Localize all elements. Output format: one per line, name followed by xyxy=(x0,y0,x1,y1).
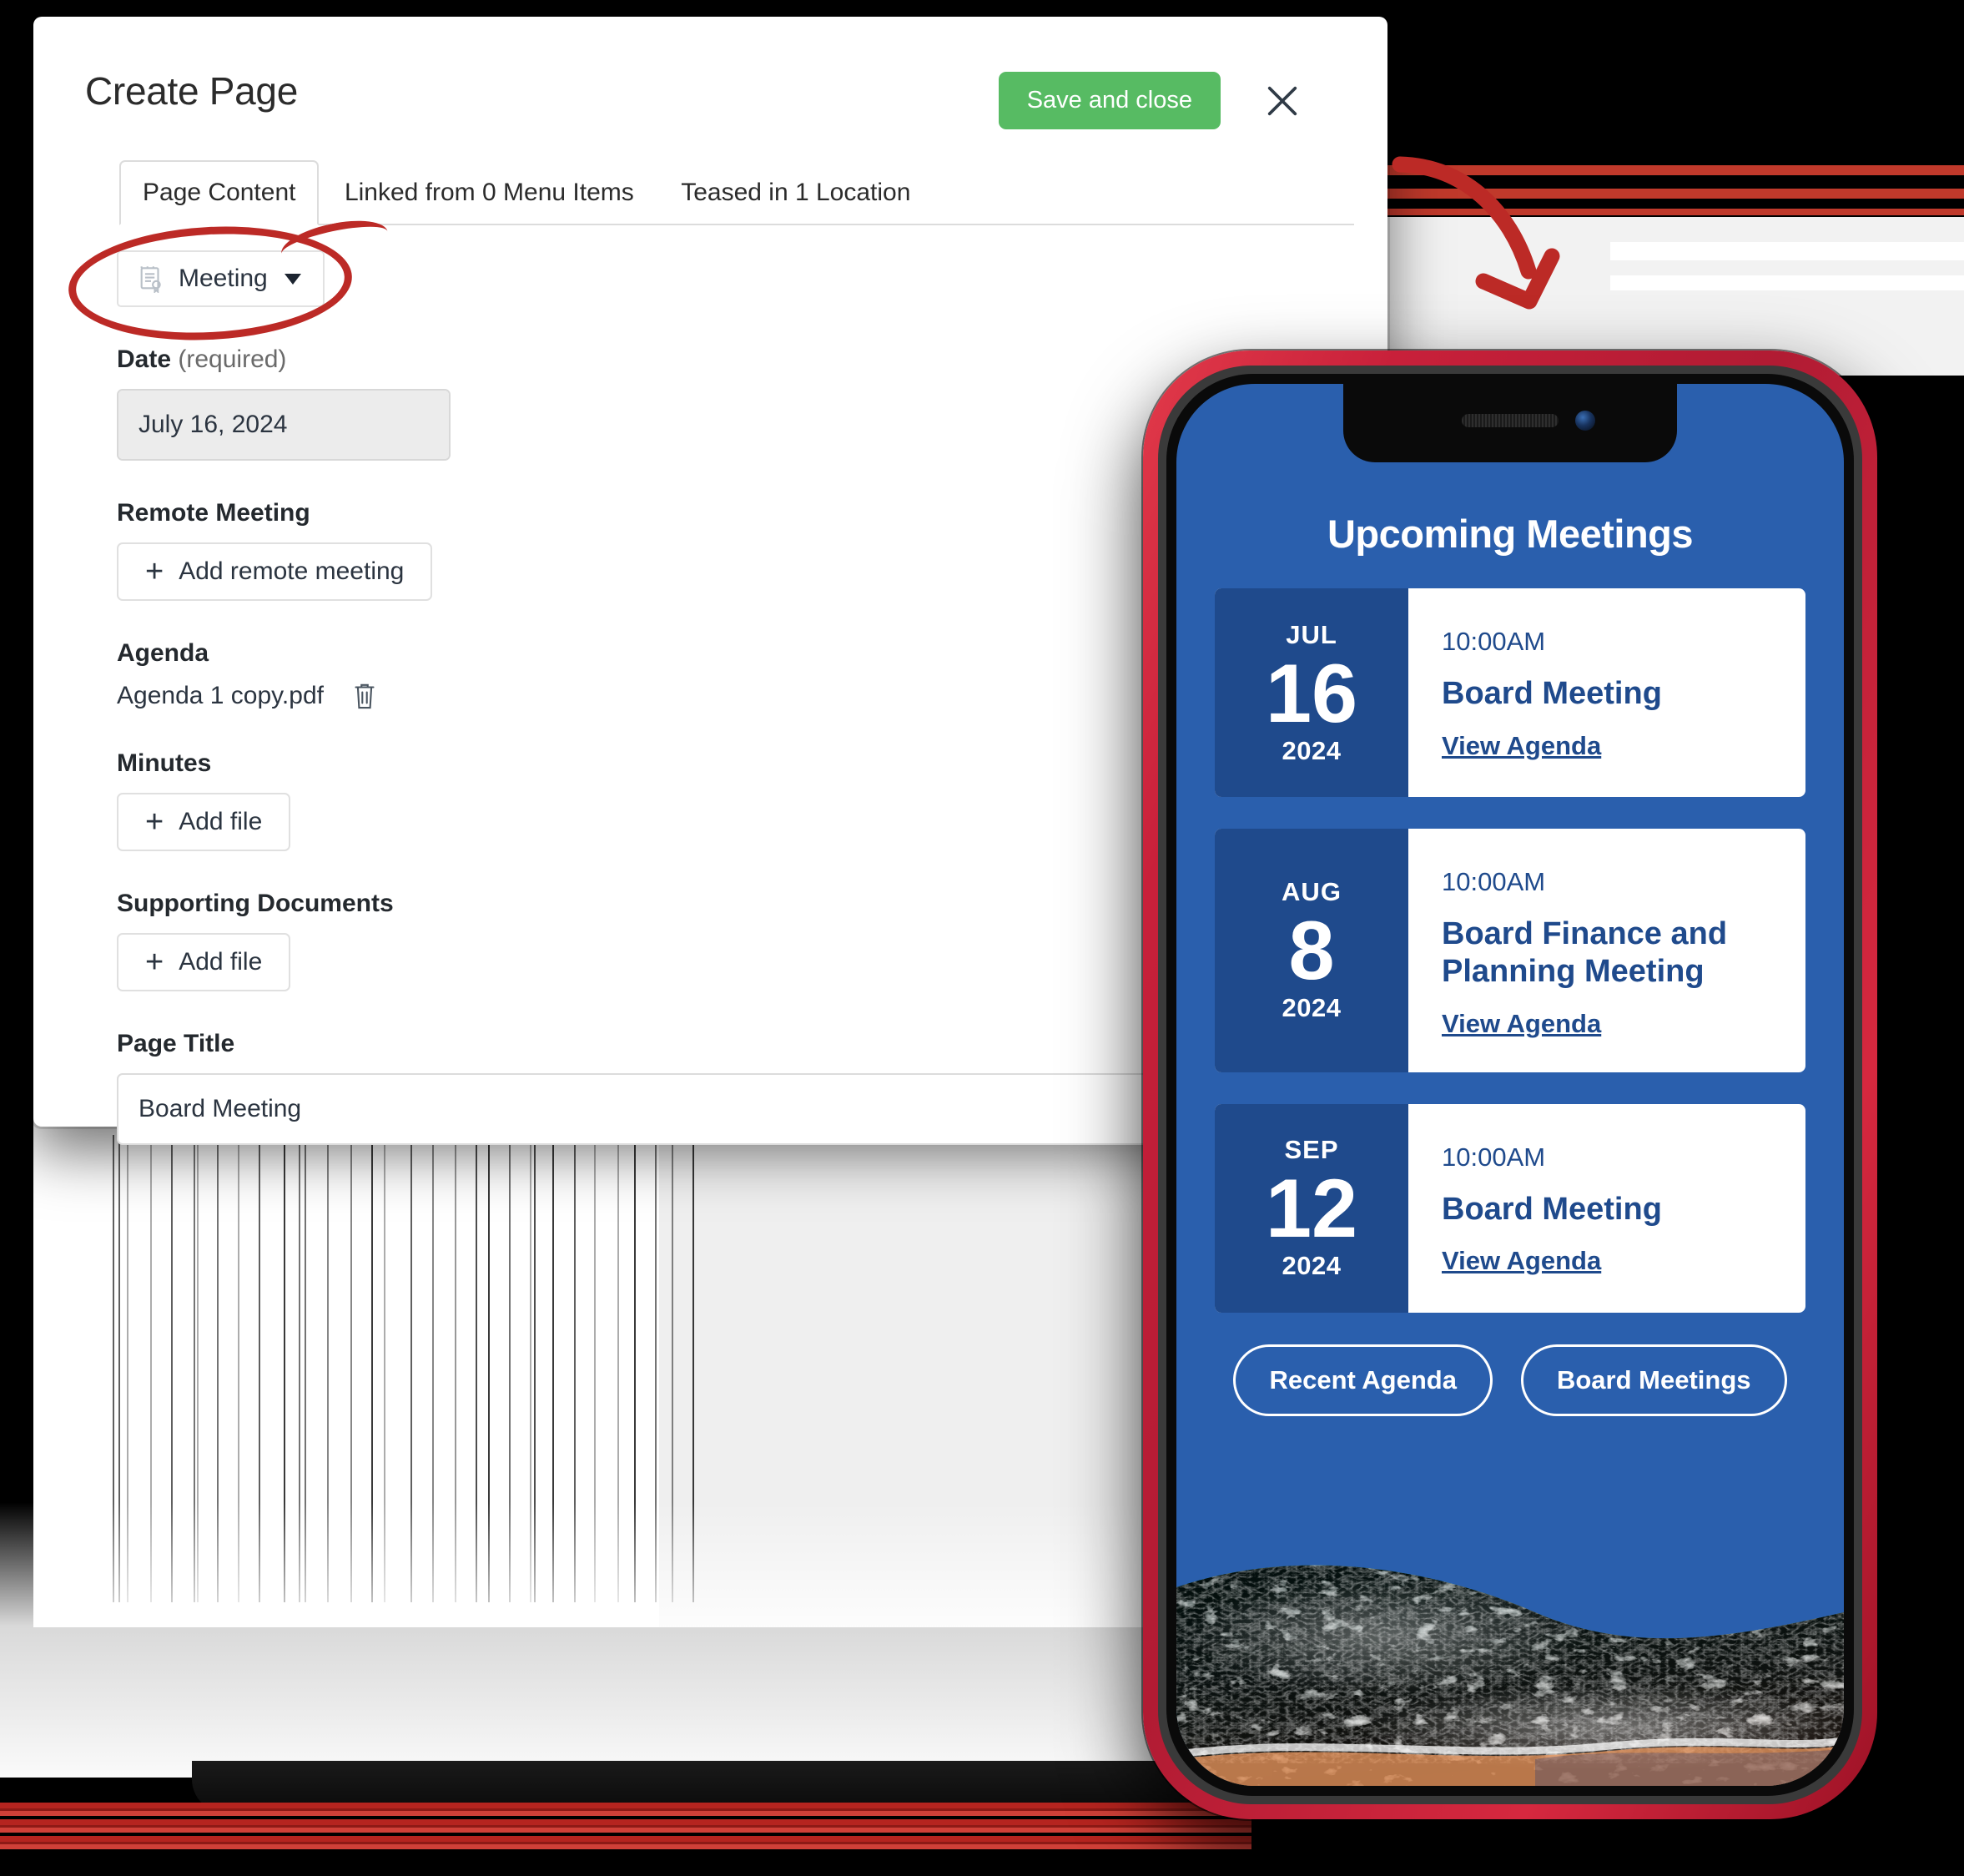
screen-action-pills: Recent Agenda Board Meetings xyxy=(1215,1344,1805,1416)
meeting-title: Board Meeting xyxy=(1442,1191,1662,1227)
meeting-card-list: JUL 16 2024 10:00AM Board Meeting View A… xyxy=(1176,557,1844,1416)
content-type-row: Meeting xyxy=(65,212,1387,347)
meeting-card[interactable]: AUG 8 2024 10:00AM Board Finance and Pla… xyxy=(1215,829,1805,1072)
meeting-month: SEP xyxy=(1284,1135,1339,1165)
background-right-line-2 xyxy=(1610,275,1964,290)
date-required-suffix: (required) xyxy=(178,345,287,373)
plus-icon: + xyxy=(145,944,164,980)
background-red-stripe-2 xyxy=(1383,189,1964,199)
add-minutes-file-button[interactable]: + Add file xyxy=(117,793,291,851)
front-camera-icon xyxy=(1575,411,1595,431)
meeting-details: 10:00AM Board Meeting View Agenda xyxy=(1408,1104,1805,1313)
agenda-file-name: Agenda 1 copy.pdf xyxy=(117,682,324,709)
view-agenda-link[interactable]: View Agenda xyxy=(1442,1246,1601,1276)
dialog-tabs: Page Content Linked from 0 Menu Items Te… xyxy=(119,159,1354,225)
meeting-card[interactable]: SEP 12 2024 10:00AM Board Meeting View A… xyxy=(1215,1103,1805,1313)
meeting-year: 2024 xyxy=(1282,1251,1342,1281)
trash-icon[interactable] xyxy=(352,681,377,711)
add-minutes-file-label: Add file xyxy=(179,808,263,835)
phone-notch xyxy=(1343,384,1677,462)
earpiece-speaker-icon xyxy=(1462,414,1559,427)
meeting-details: 10:00AM Board Meeting View Agenda xyxy=(1408,588,1805,797)
meeting-year: 2024 xyxy=(1282,735,1342,765)
meeting-date-block: AUG 8 2024 xyxy=(1215,829,1408,1072)
view-agenda-link[interactable]: View Agenda xyxy=(1442,731,1601,761)
iphone-mockup: Upcoming Meetings JUL 16 2024 10:00AM Bo… xyxy=(1143,350,1877,1819)
meeting-day: 8 xyxy=(1288,904,1335,997)
meeting-time: 10:00AM xyxy=(1442,867,1546,896)
board-meetings-button[interactable]: Board Meetings xyxy=(1520,1344,1787,1416)
recent-agenda-button[interactable]: Recent Agenda xyxy=(1233,1344,1493,1416)
plus-icon: + xyxy=(145,804,164,840)
meeting-title: Board Meeting xyxy=(1442,676,1662,711)
add-supporting-document-label: Add file xyxy=(179,948,263,976)
add-supporting-document-button[interactable]: + Add file xyxy=(117,933,291,991)
meeting-month: JUL xyxy=(1286,619,1337,649)
content-type-label: Meeting xyxy=(179,265,268,292)
meeting-year: 2024 xyxy=(1282,993,1342,1023)
tab-teased-in-location[interactable]: Teased in 1 Location xyxy=(659,162,932,224)
plus-icon: + xyxy=(145,553,164,589)
meeting-time: 10:00AM xyxy=(1442,627,1546,656)
tab-page-content[interactable]: Page Content xyxy=(119,160,320,225)
screenshot-stage: Create Page Save and close Page Content … xyxy=(0,0,1964,1876)
date-label-text: Date xyxy=(117,345,172,373)
phone-screen: Upcoming Meetings JUL 16 2024 10:00AM Bo… xyxy=(1176,384,1844,1786)
date-field xyxy=(117,389,451,461)
background-red-stripe-3 xyxy=(1383,209,1964,215)
tab-linked-from-menu-items[interactable]: Linked from 0 Menu Items xyxy=(323,162,656,224)
background-right-line-1 xyxy=(1610,242,1964,260)
content-type-dropdown[interactable]: Meeting xyxy=(117,250,325,307)
meeting-month: AUG xyxy=(1282,877,1342,907)
add-remote-meeting-button[interactable]: + Add remote meeting xyxy=(117,542,433,601)
meeting-details: 10:00AM Board Finance and Planning Meeti… xyxy=(1408,829,1805,1072)
close-icon[interactable] xyxy=(1263,82,1302,120)
view-agenda-link[interactable]: View Agenda xyxy=(1442,1009,1601,1039)
background-bottom-fade xyxy=(0,1502,1218,1778)
chevron-down-icon xyxy=(284,273,301,285)
meeting-time: 10:00AM xyxy=(1442,1142,1546,1172)
save-and-close-button[interactable]: Save and close xyxy=(998,72,1221,129)
meeting-day: 12 xyxy=(1265,1162,1358,1255)
meeting-day: 16 xyxy=(1265,646,1358,739)
background-red-stripe-1 xyxy=(1383,165,1964,175)
dialog-header: Create Page Save and close xyxy=(33,17,1387,159)
meeting-date-block: JUL 16 2024 xyxy=(1215,588,1408,797)
add-remote-meeting-label: Add remote meeting xyxy=(179,557,405,585)
meeting-card[interactable]: JUL 16 2024 10:00AM Board Meeting View A… xyxy=(1215,588,1805,797)
background-bottom-red-stripes xyxy=(0,1803,1251,1851)
page-title-input[interactable] xyxy=(117,1073,1302,1145)
date-input[interactable] xyxy=(118,391,449,459)
document-meeting-icon xyxy=(137,265,165,295)
meeting-date-block: SEP 12 2024 xyxy=(1215,1103,1408,1313)
ocean-beach-photo xyxy=(1176,1565,1844,1786)
meeting-title: Board Finance and Planning Meeting xyxy=(1442,916,1728,989)
